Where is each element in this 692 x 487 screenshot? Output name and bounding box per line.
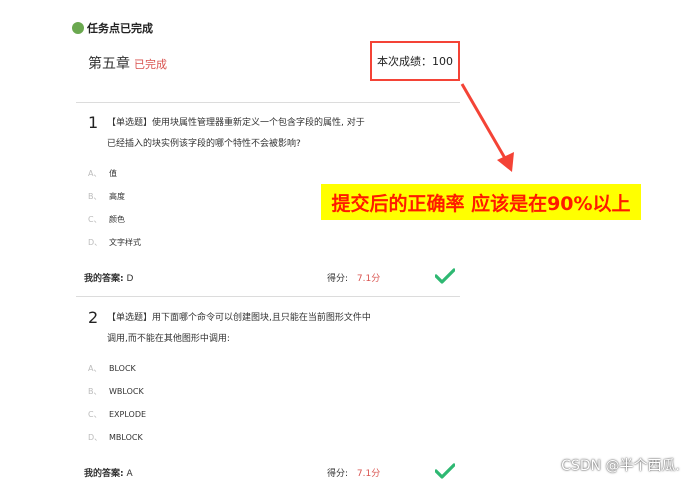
option-b[interactable]: B、 WBLOCK: [88, 386, 144, 397]
option-text: 值: [109, 169, 117, 178]
option-letter: D、: [88, 433, 103, 442]
question-score: 得分: 7.1分: [327, 271, 380, 284]
score-label: 得分:: [327, 469, 349, 479]
my-answer: 我的答案: A: [84, 466, 133, 479]
question-number: 2: [88, 308, 99, 327]
option-b[interactable]: B、 高度: [88, 191, 125, 202]
correct-check-icon: [435, 463, 455, 479]
my-answer-label: 我的答案:: [84, 274, 124, 284]
my-answer: 我的答案: D: [84, 271, 133, 284]
divider: [76, 296, 460, 297]
correct-check-icon: [435, 268, 455, 284]
question-text-line1: 【单选题】使用块属性管理器重新定义一个包含字段的属性, 对于: [107, 118, 365, 128]
option-text: MBLOCK: [109, 433, 143, 442]
question-text-line1: 【单选题】用下面哪个命令可以创建图块,且只能在当前图形文件中: [107, 313, 371, 323]
option-letter: A、: [88, 169, 102, 178]
option-letter: B、: [88, 192, 102, 201]
option-text: BLOCK: [109, 364, 136, 373]
my-answer-value: A: [126, 469, 133, 479]
option-d[interactable]: D、 MBLOCK: [88, 432, 143, 443]
score-value: 7.1分: [356, 469, 381, 479]
question-text-line2: 已经插入的块实例该字段的哪个特性不会被影响?: [107, 139, 301, 149]
option-letter: C、: [88, 410, 102, 419]
question-number: 1: [88, 113, 99, 132]
option-text: WBLOCK: [109, 387, 144, 396]
option-letter: A、: [88, 364, 102, 373]
divider: [76, 102, 460, 103]
option-letter: C、: [88, 215, 102, 224]
option-text: EXPLODE: [109, 410, 147, 419]
option-a[interactable]: A、 值: [88, 168, 117, 179]
option-text: 高度: [109, 192, 125, 201]
score-value: 7.1分: [356, 274, 381, 284]
score-label: 得分:: [327, 274, 349, 284]
option-text: 颜色: [109, 215, 125, 224]
my-answer-value: D: [126, 274, 134, 284]
question-text-line2: 调用,而不能在其他图形中调用:: [107, 334, 230, 344]
option-c[interactable]: C、 颜色: [88, 214, 125, 225]
annotation-text: 提交后的正确率 应该是在90%以上: [331, 192, 631, 215]
option-text: 文字样式: [109, 238, 141, 247]
watermark: CSDN @半个西瓜.: [561, 458, 680, 474]
option-letter: D、: [88, 238, 103, 247]
question-score: 得分: 7.1分: [327, 466, 380, 479]
option-letter: B、: [88, 387, 102, 396]
option-a[interactable]: A、 BLOCK: [88, 363, 136, 374]
option-d[interactable]: D、 文字样式: [88, 237, 141, 248]
option-c[interactable]: C、 EXPLODE: [88, 409, 146, 420]
my-answer-label: 我的答案:: [84, 469, 124, 479]
annotation-banner: 提交后的正确率 应该是在90%以上: [321, 184, 641, 220]
